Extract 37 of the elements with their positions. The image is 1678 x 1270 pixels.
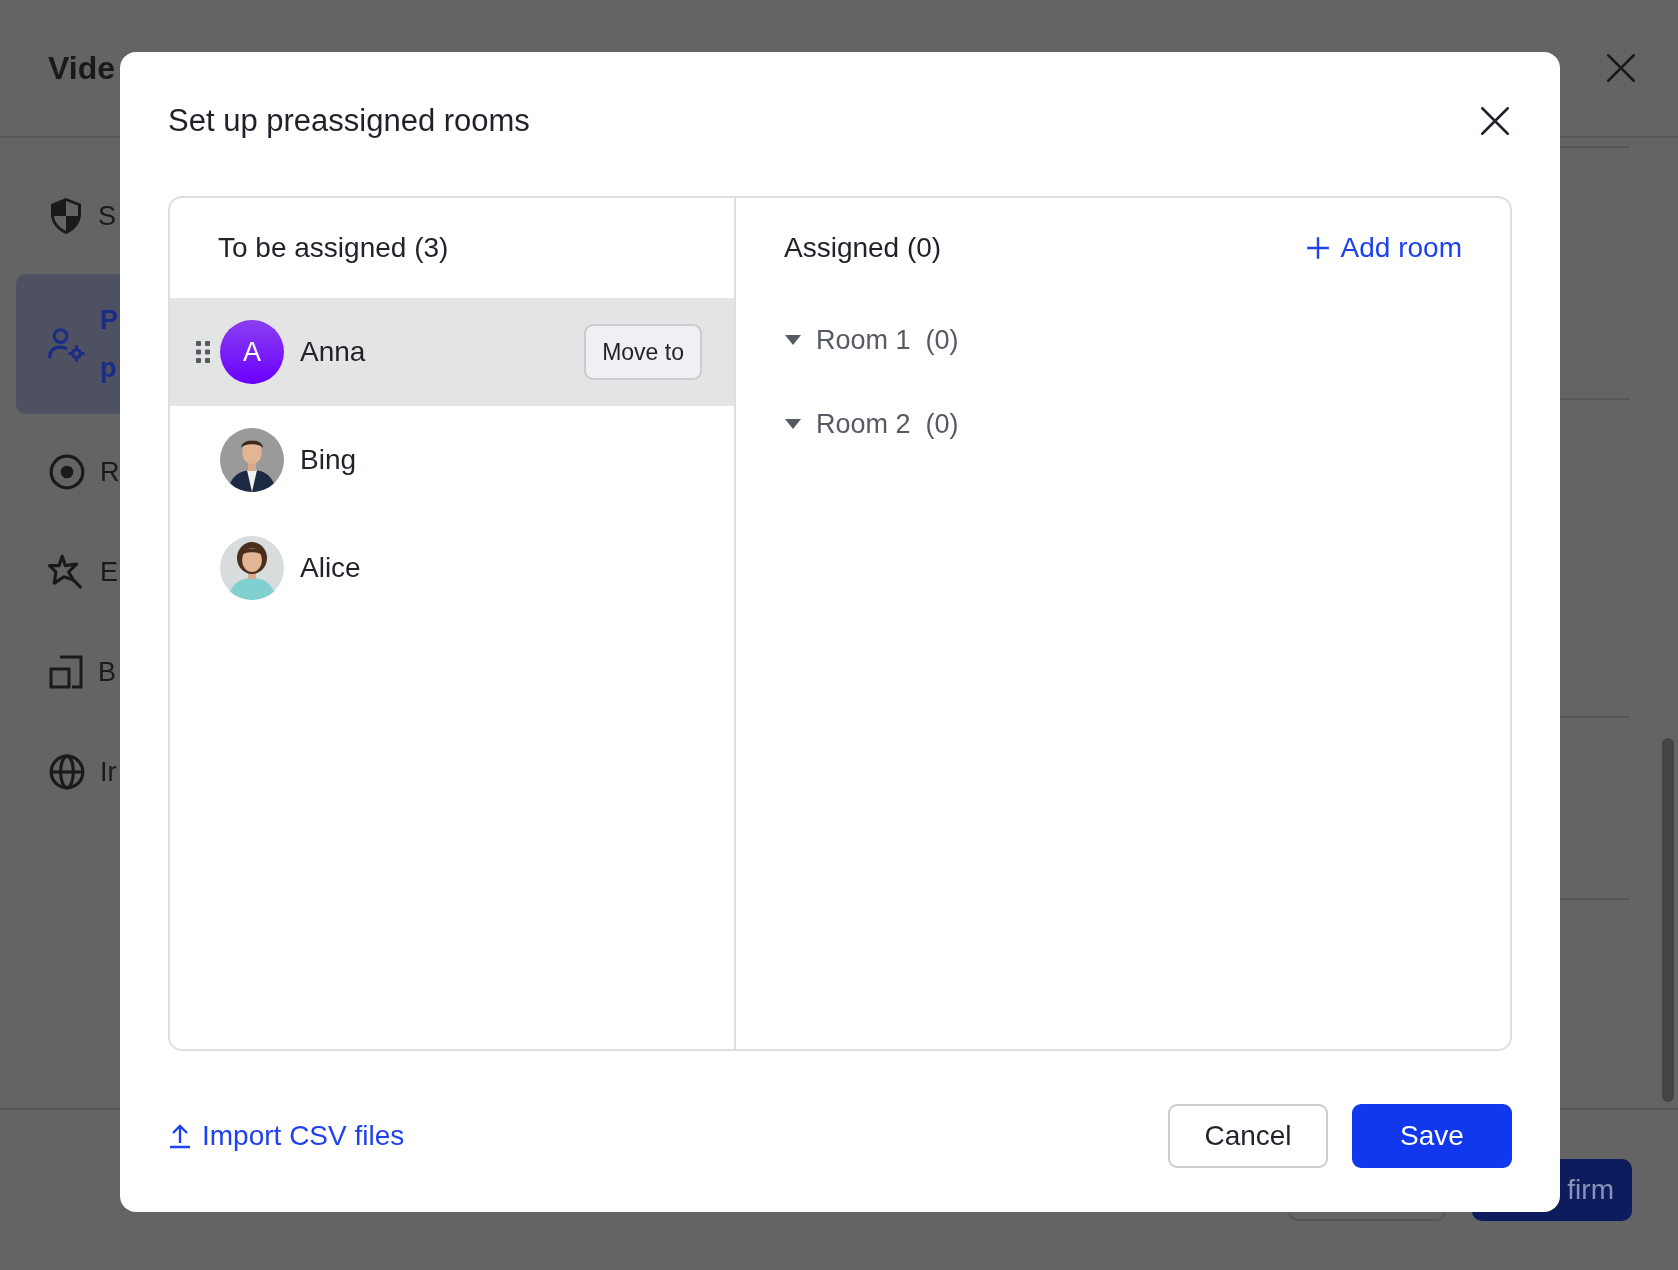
- room-row[interactable]: Room 1 (0): [736, 298, 1510, 382]
- record-icon: [48, 453, 86, 491]
- save-button[interactable]: Save: [1352, 1103, 1512, 1168]
- sidebar-label: R: [100, 456, 120, 489]
- user-settings-icon: [48, 325, 86, 363]
- dialog-title: Set up preassigned rooms: [168, 103, 530, 139]
- participant-row[interactable]: A Anna Move to: [170, 298, 734, 406]
- participant-name: Alice: [300, 552, 362, 584]
- avatar: A: [220, 320, 284, 384]
- move-to-button[interactable]: Move to: [584, 324, 702, 380]
- globe-icon: [48, 753, 86, 791]
- participant-row[interactable]: Alice: [170, 514, 734, 622]
- sidebar-label: E: [100, 556, 118, 589]
- participant-row[interactable]: Bing: [170, 406, 734, 514]
- plus-icon: [1304, 235, 1331, 261]
- upload-icon: [168, 1122, 192, 1149]
- close-icon: [1604, 51, 1638, 85]
- close-button[interactable]: [1478, 104, 1512, 138]
- room-row[interactable]: Room 2 (0): [736, 382, 1510, 466]
- add-room-link[interactable]: Add room: [1304, 232, 1462, 264]
- shield-icon: [48, 196, 84, 236]
- participant-name: Anna: [300, 336, 367, 368]
- column-heading: Assigned (0): [784, 232, 942, 264]
- sidebar-label: Ir: [100, 756, 117, 789]
- close-icon: [1478, 104, 1512, 138]
- room-name: Room 1 (0): [816, 324, 959, 356]
- column-heading: To be assigned (3): [218, 232, 449, 264]
- page-title: Vide: [48, 49, 115, 87]
- sidebar-label: S: [98, 200, 116, 233]
- scrollbar[interactable]: [1662, 738, 1674, 1102]
- sidebar-label: B: [98, 656, 116, 689]
- layout-icon: [48, 654, 84, 690]
- cancel-button[interactable]: Cancel: [1168, 1103, 1328, 1168]
- participant-name: Bing: [300, 444, 358, 476]
- import-csv-link[interactable]: Import CSV files: [168, 1119, 405, 1152]
- room-name: Room 2 (0): [816, 408, 959, 440]
- drag-handle-icon[interactable]: [196, 341, 210, 363]
